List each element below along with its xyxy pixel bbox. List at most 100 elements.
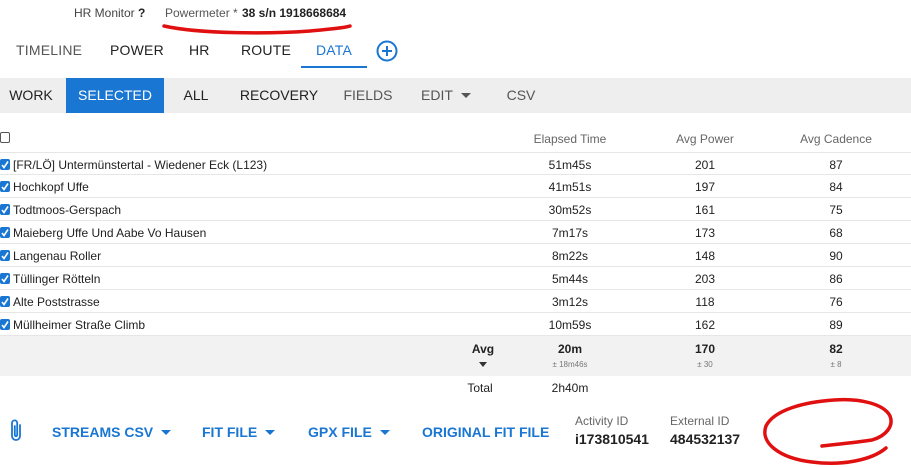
original-fit-file-button[interactable]: ORIGINAL FIT FILE [422,424,549,440]
interval-name: Müllheimer Straße Climb [13,318,146,332]
avg-row [0,336,911,376]
csv-button[interactable]: CSV [498,78,544,113]
checkmark-icon [1,206,9,214]
table-row[interactable]: Todtmoos-Gerspach 30m52s 161 75 [0,198,911,221]
table-row[interactable]: Hochkopf Uffe 41m51s 197 84 [0,175,911,198]
header-avg-power[interactable]: Avg Power [655,132,755,146]
hr-monitor-value: ? [138,6,146,20]
total-elapsed: 2h40m [551,381,589,395]
avg-power-cell: 162 [694,318,716,332]
interval-name: Tüllinger Rötteln [13,272,101,286]
avg-power-cell: 148 [694,249,716,263]
avg-power-cell: 161 [694,203,716,217]
fields-button[interactable]: FIELDS [336,78,400,113]
avg-cadence-cell: 84 [829,180,843,194]
tab-timeline[interactable]: TIMELINE [16,42,82,58]
table-row[interactable]: [FR/LÖ] Untermünstertal - Wiedener Eck (… [0,152,911,175]
tab-bar: TIMELINE POWER HR ROUTE DATA [0,42,911,68]
external-id-value: 484532137 [670,431,741,447]
avg-cadence-cell: 76 [829,295,843,309]
elapsed-time-cell: 3m12s [551,295,589,309]
red-underline-annotation [162,24,352,35]
checkmark-icon [1,298,9,306]
paperclip-icon[interactable] [8,418,24,444]
avg-cadence-cell: 68 [829,226,843,240]
elapsed-time-cell: 8m22s [551,249,589,263]
interval-name: Langenau Roller [13,249,102,263]
checkmark-icon [1,229,9,237]
edit-label: EDIT [421,87,453,103]
elapsed-time-cell: 5m44s [551,272,589,286]
row-checkbox[interactable] [0,204,10,215]
row-checkbox[interactable] [0,319,10,330]
external-id-label: External ID [670,414,730,428]
avg-power: 170 [694,342,716,356]
edit-dropdown[interactable]: EDIT [412,78,480,113]
avg-power-sd: ± 30 [697,360,713,369]
elapsed-time-cell: 30m52s [548,203,592,217]
avg-cadence-cell: 89 [829,318,843,332]
gpx-file-button[interactable]: GPX FILE [308,424,390,440]
gpx-file-label: GPX FILE [308,424,372,440]
elapsed-time-cell: 7m17s [551,226,589,240]
interval-name: Alte Poststrasse [13,295,100,309]
tab-power[interactable]: POWER [110,42,164,58]
header-elapsed-time[interactable]: Elapsed Time [520,132,620,146]
checkmark-icon [1,183,9,191]
avg-power-cell: 203 [694,272,716,286]
total-label: Total [467,381,493,395]
avg-power-cell: 118 [695,295,715,309]
row-checkbox[interactable] [0,273,10,284]
fit-file-button[interactable]: FIT FILE [202,424,276,440]
row-checkbox[interactable] [0,181,10,192]
activity-id-label: Activity ID [575,414,629,428]
tab-route[interactable]: ROUTE [241,42,291,58]
table-row[interactable]: Maieberg Uffe Und Aabe Vo Hausen 7m17s 173… [0,221,911,244]
table-row[interactable]: Müllheimer Straße Climb 10m59s 162 89 [0,313,911,336]
avg-elapsed-sd: ± 18m46s [552,360,588,369]
row-checkbox[interactable] [0,227,10,238]
work-button[interactable]: WORK [0,78,62,113]
streams-csv-label: STREAMS CSV [52,424,154,440]
interval-name: Hochkopf Uffe [13,180,89,194]
elapsed-time-cell: 10m59s [548,318,592,332]
hr-monitor-label: HR Monitor [74,6,135,20]
select-all-checkbox[interactable] [0,132,10,143]
add-tab-icon[interactable] [376,40,398,62]
avg-power-cell: 173 [694,226,716,240]
avg-cadence-cell: 86 [829,272,843,286]
avg-dropdown-icon[interactable] [479,362,487,367]
table-row[interactable]: Tüllinger Rötteln 5m44s 203 86 [0,267,911,290]
avg-cadence-cell: 75 [829,203,843,217]
fit-file-label: FIT FILE [202,424,258,440]
interval-toolbar: WORK SELECTED ALL RECOVERY FIELDS EDIT C… [0,78,911,113]
elapsed-time-cell: 51m45s [548,158,592,172]
tab-data[interactable]: DATA [316,42,352,58]
streams-csv-button[interactable]: STREAMS CSV [52,424,172,440]
avg-cadence-sd: ± 8 [830,360,842,369]
recovery-button[interactable]: RECOVERY [232,78,326,113]
avg-cadence-cell: 90 [829,249,843,263]
checkmark-icon [1,275,9,283]
interval-name: Maieberg Uffe Und Aabe Vo Hausen [13,226,207,240]
avg-power-cell: 197 [694,180,716,194]
header-avg-cadence[interactable]: Avg Cadence [786,132,886,146]
row-checkbox[interactable] [0,296,10,307]
powermeter-value: 38 s/n 1918668684 [242,6,347,20]
row-checkbox[interactable] [0,250,10,261]
tab-hr[interactable]: HR [189,42,210,58]
row-checkbox[interactable] [0,159,10,170]
avg-label[interactable]: Avg [463,342,503,356]
table-row[interactable]: Langenau Roller 8m22s 148 90 [0,244,911,267]
avg-cadence: 82 [829,342,843,356]
chevron-down-icon [460,93,471,98]
elapsed-time-cell: 41m51s [548,180,592,194]
powermeter-label: Powermeter * [165,6,238,20]
checkmark-icon [1,161,9,169]
selected-button[interactable]: SELECTED [66,78,164,113]
table-row[interactable]: Alte Poststrasse 3m12s 118 76 [0,290,911,313]
activity-id-value: i173810541 [575,431,649,447]
red-circle-annotation [763,397,893,465]
checkmark-icon [1,321,9,329]
all-button[interactable]: ALL [170,78,222,113]
